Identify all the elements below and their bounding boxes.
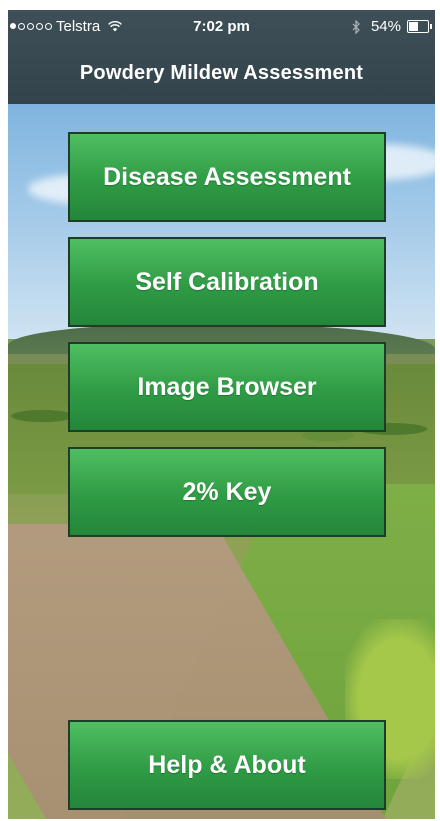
- page-title: Powdery Mildew Assessment: [79, 62, 364, 84]
- disease-assessment-button[interactable]: Disease Assessment: [68, 132, 386, 222]
- status-bar: Telstra 7:02 pm 54%: [8, 10, 435, 44]
- bluetooth-icon: [352, 19, 360, 34]
- self-calibration-button[interactable]: Self Calibration: [68, 237, 386, 327]
- battery-tip: [430, 24, 432, 29]
- status-right: 54%: [352, 18, 432, 35]
- two-percent-key-button[interactable]: 2% Key: [68, 447, 386, 537]
- top-bar: Telstra 7:02 pm 54% Powdery Mildew Asses…: [8, 10, 435, 104]
- image-browser-button[interactable]: Image Browser: [68, 342, 386, 432]
- phone-screen: Telstra 7:02 pm 54% Powdery Mildew Asses…: [8, 10, 435, 819]
- battery-icon: [407, 20, 432, 33]
- battery-percent: 54%: [370, 18, 401, 35]
- battery-level: [409, 22, 418, 31]
- help-about-button[interactable]: Help & About: [68, 720, 386, 810]
